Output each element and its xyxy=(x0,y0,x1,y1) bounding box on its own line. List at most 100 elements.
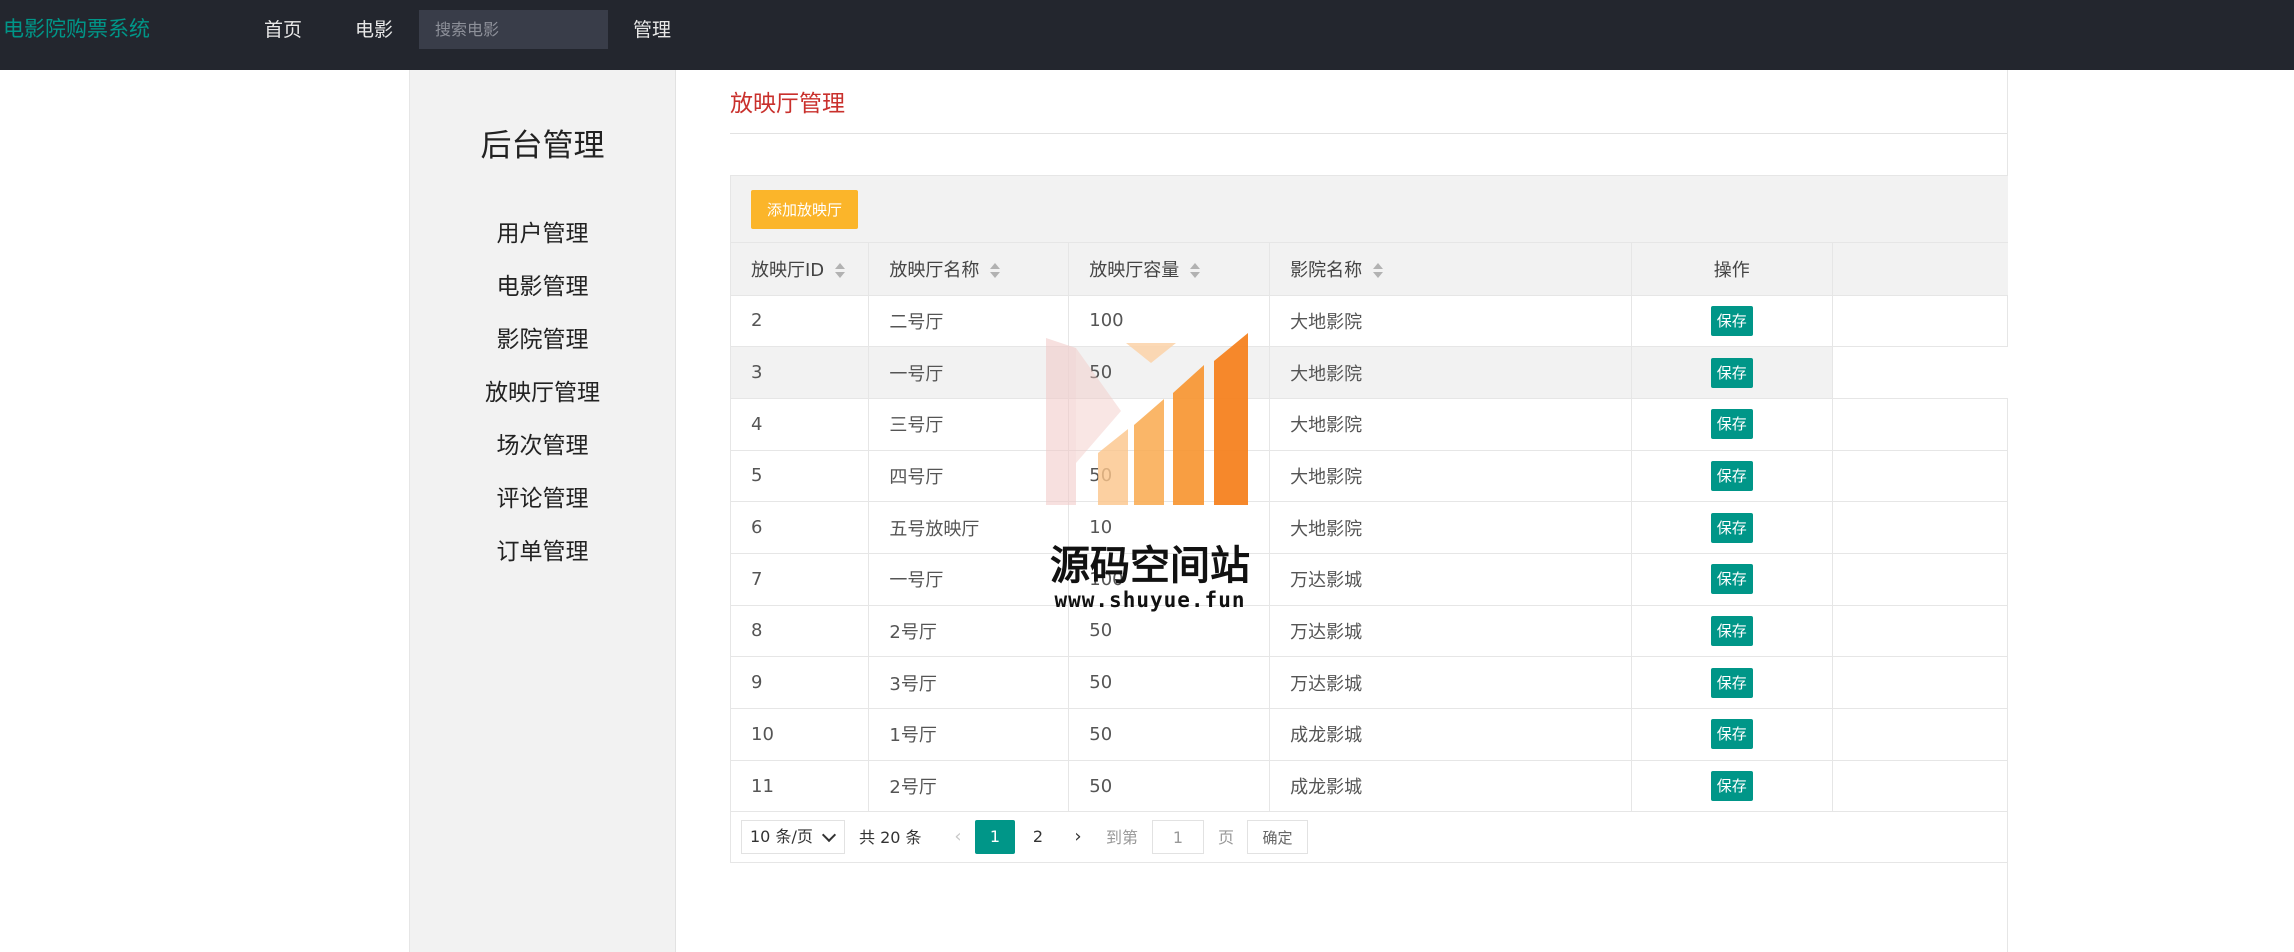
table-row: 9 3号厅 50 万达影城 保存 xyxy=(731,656,2008,709)
cell-id: 6 xyxy=(731,501,870,554)
sidebar-item-users[interactable]: 用户管理 xyxy=(410,208,675,261)
save-button[interactable]: 保存 xyxy=(1710,357,1753,388)
column-label: 放映厅名称 xyxy=(889,259,980,281)
cell-id: 8 xyxy=(731,605,870,658)
hall-data-table: 放映厅ID 放映厅名称 放映厅容量 影院名称 操作 2 二号厅 100 大地影院 保存 3… xyxy=(731,243,2008,813)
next-page-icon[interactable]: › xyxy=(1061,820,1095,854)
cell-cinema: 大地影院 xyxy=(1269,450,1632,503)
cell-action: 保存 xyxy=(1631,605,1833,658)
cell-id: 9 xyxy=(731,656,870,709)
cell-action: 保存 xyxy=(1631,346,1833,399)
goto-confirm-button[interactable]: 确定 xyxy=(1247,820,1308,854)
cell-action: 保存 xyxy=(1631,501,1833,554)
save-button[interactable]: 保存 xyxy=(1710,771,1753,802)
sort-icon[interactable] xyxy=(1372,262,1384,279)
cell-name: 五号放映厅 xyxy=(868,501,1070,554)
cell-name: 一号厅 xyxy=(868,553,1070,606)
cell-cinema: 万达影城 xyxy=(1269,605,1632,658)
column-header-filler xyxy=(1832,243,2008,296)
sidebar-item-movies[interactable]: 电影管理 xyxy=(410,261,675,314)
cell-name: 1号厅 xyxy=(868,708,1070,761)
sidebar-title: 后台管理 xyxy=(480,128,605,164)
cell-filler xyxy=(1832,553,2008,606)
sidebar-item-comments[interactable]: 评论管理 xyxy=(410,473,675,526)
cell-name: 2号厅 xyxy=(868,760,1070,813)
column-header-capacity[interactable]: 放映厅容量 xyxy=(1068,243,1271,296)
save-button[interactable]: 保存 xyxy=(1710,719,1753,750)
cell-name: 四号厅 xyxy=(868,450,1070,503)
cell-capacity: 100 xyxy=(1068,553,1271,606)
save-button[interactable]: 保存 xyxy=(1710,305,1753,336)
cell-action: 保存 xyxy=(1631,398,1833,451)
cell-capacity: 50 xyxy=(1068,450,1271,503)
nav-home[interactable]: 首页 xyxy=(264,0,302,60)
prev-page-icon[interactable]: ‹ xyxy=(941,820,975,854)
cell-action: 保存 xyxy=(1631,450,1833,503)
cell-capacity: 50 xyxy=(1068,760,1271,813)
cell-filler xyxy=(1832,346,2008,399)
cell-cinema: 成龙影城 xyxy=(1269,708,1632,761)
save-button[interactable]: 保存 xyxy=(1710,667,1753,698)
sidebar-item-schedules[interactable]: 场次管理 xyxy=(410,420,675,473)
table-row: 3 一号厅 50 大地影院 保存 xyxy=(731,346,2008,399)
table-row: 4 三号厅 大地影院 保存 xyxy=(731,398,2008,451)
page-1-button[interactable]: 1 xyxy=(975,820,1015,854)
cell-filler xyxy=(1832,450,2008,503)
cell-capacity: 100 xyxy=(1068,295,1271,348)
save-button[interactable]: 保存 xyxy=(1710,615,1753,646)
cell-cinema: 大地影院 xyxy=(1269,398,1632,451)
cell-id: 10 xyxy=(731,708,870,761)
cell-capacity: 50 xyxy=(1068,708,1271,761)
save-button[interactable]: 保存 xyxy=(1710,409,1753,440)
cell-cinema: 大地影院 xyxy=(1269,295,1632,348)
sidebar-item-cinemas[interactable]: 影院管理 xyxy=(410,314,675,367)
cell-action: 保存 xyxy=(1631,708,1833,761)
goto-page-input[interactable] xyxy=(1152,820,1204,854)
nav-admin[interactable]: 管理 xyxy=(633,0,671,60)
cell-id: 11 xyxy=(731,760,870,813)
table-row: 7 一号厅 100 万达影城 保存 xyxy=(731,553,2008,606)
sort-icon[interactable] xyxy=(834,262,846,279)
page-size-select[interactable]: 10 条/页 xyxy=(741,820,845,854)
cell-action: 保存 xyxy=(1631,553,1833,606)
pagination: 10 条/页 共 20 条 ‹ 1 2 › 到第 页 确定 xyxy=(731,811,2008,863)
sort-icon[interactable] xyxy=(989,262,1001,279)
save-button[interactable]: 保存 xyxy=(1710,460,1753,491)
column-header-name[interactable]: 放映厅名称 xyxy=(868,243,1070,296)
cell-name: 一号厅 xyxy=(868,346,1070,399)
cell-filler xyxy=(1832,501,2008,554)
sidebar-item-orders[interactable]: 订单管理 xyxy=(410,526,675,579)
page-size-value: 10 条/页 xyxy=(750,827,813,846)
save-button[interactable]: 保存 xyxy=(1710,512,1753,543)
cell-cinema: 万达影城 xyxy=(1269,553,1632,606)
column-label: 放映厅ID xyxy=(751,259,825,281)
sort-icon[interactable] xyxy=(1189,262,1201,279)
cell-filler xyxy=(1832,605,2008,658)
column-header-id[interactable]: 放映厅ID xyxy=(731,243,870,296)
cell-capacity: 10 xyxy=(1068,501,1271,554)
page-2-button[interactable]: 2 xyxy=(1021,820,1055,854)
table-row: 6 五号放映厅 10 大地影院 保存 xyxy=(731,501,2008,554)
table-row: 8 2号厅 50 万达影城 保存 xyxy=(731,605,2008,658)
table-row: 5 四号厅 50 大地影院 保存 xyxy=(731,450,2008,503)
sidebar-item-halls[interactable]: 放映厅管理 xyxy=(410,367,675,420)
save-button[interactable]: 保存 xyxy=(1710,564,1753,595)
column-header-cinema[interactable]: 影院名称 xyxy=(1269,243,1632,296)
search-input[interactable] xyxy=(419,10,608,49)
goto-label: 到第 xyxy=(1106,828,1139,847)
column-header-action: 操作 xyxy=(1631,243,1833,296)
cell-id: 3 xyxy=(731,346,870,399)
title-divider xyxy=(730,133,2007,134)
cell-cinema: 万达影城 xyxy=(1269,656,1632,709)
add-hall-button[interactable]: 添加放映厅 xyxy=(751,190,858,229)
cell-capacity: 50 xyxy=(1068,346,1271,399)
cell-action: 保存 xyxy=(1631,656,1833,709)
column-label: 影院名称 xyxy=(1290,259,1363,281)
cell-id: 2 xyxy=(731,295,870,348)
page-unit-label: 页 xyxy=(1218,828,1235,847)
sidebar-menu: 用户管理 电影管理 影院管理 放映厅管理 场次管理 评论管理 订单管理 xyxy=(410,208,675,579)
brand-logo[interactable]: 电影院购票系统 xyxy=(3,0,150,58)
nav-movie[interactable]: 电影 xyxy=(355,0,393,60)
cell-filler xyxy=(1832,295,2008,348)
cell-filler xyxy=(1832,398,2008,451)
